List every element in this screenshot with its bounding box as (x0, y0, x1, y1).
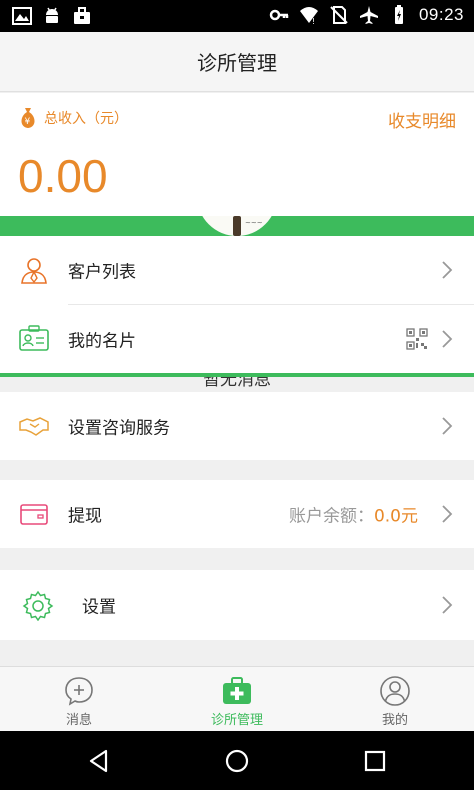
income-label: 总收入（元） (44, 111, 128, 127)
account-balance: 账户余额：0.0元 (289, 502, 418, 527)
customer-list-label: 客户列表 (68, 262, 136, 283)
medical-kit-icon (223, 677, 251, 704)
home-icon[interactable] (224, 748, 250, 774)
recents-icon[interactable] (362, 748, 388, 774)
tab-label-mine: 我的 (381, 713, 408, 728)
battery-icon (394, 5, 403, 24)
balance-value: 0.0元 (373, 506, 418, 527)
chat-icon (65, 677, 93, 706)
key-icon (269, 9, 289, 21)
tab-mine[interactable]: 我的 (316, 667, 474, 732)
qr-code-icon[interactable] (406, 328, 428, 350)
wallet-icon (20, 504, 48, 525)
chevron-right-icon (442, 261, 453, 279)
section-gap (0, 640, 474, 666)
handshake-icon (19, 417, 49, 436)
svg-text:!: ! (312, 17, 315, 25)
svg-text:¥: ¥ (25, 117, 31, 127)
user-icon (380, 676, 410, 706)
consult-service-row[interactable]: 设置咨询服务 (0, 392, 474, 460)
customer-list-row[interactable]: 客户列表 (0, 236, 474, 304)
tab-label-messages: 消息 (65, 713, 92, 728)
section-gap (0, 548, 474, 570)
bottom-tab-bar: 消息 诊所管理 我的 (0, 666, 474, 731)
my-card-label: 我的名片 (68, 331, 136, 352)
gear-icon (22, 590, 54, 621)
settings-row[interactable]: 设置 (0, 570, 474, 640)
my-card-row[interactable]: 我的名片 (0, 305, 474, 373)
id-card-icon (19, 325, 49, 351)
chevron-right-icon (442, 596, 453, 614)
back-icon[interactable] (86, 748, 112, 774)
tab-label-clinic: 诊所管理 (210, 713, 263, 728)
income-detail-link[interactable]: 收支明细 (388, 107, 456, 132)
income-amount: 0.00 (18, 150, 108, 202)
withdraw-row[interactable]: 提现 账户余额：0.0元 (0, 480, 474, 548)
consult-service-label: 设置咨询服务 (68, 418, 170, 439)
no-sim-icon (330, 6, 348, 24)
wifi-icon: ! (299, 7, 318, 25)
page-title: 诊所管理 (197, 51, 277, 75)
income-label-row: ¥ 总收入（元） (18, 107, 128, 129)
tab-clinic-management[interactable]: 诊所管理 (158, 667, 316, 732)
chevron-right-icon (442, 417, 453, 435)
settings-label: 设置 (82, 597, 116, 618)
avatar[interactable]: ~~~ (197, 216, 277, 236)
withdraw-label: 提现 (68, 506, 102, 527)
briefcase-icon (74, 7, 90, 24)
status-bar: ! 09:23 (0, 0, 474, 32)
system-nav-bar (0, 731, 474, 790)
chevron-right-icon (442, 505, 453, 523)
android-icon (46, 7, 58, 23)
chevron-right-icon (442, 330, 453, 348)
airplane-icon (359, 6, 378, 24)
money-bag-icon: ¥ (21, 108, 35, 128)
balance-label: 账户余额： (288, 506, 374, 527)
title-bar: 诊所管理 (0, 32, 474, 92)
clock: 09:23 (418, 5, 464, 24)
gallery-icon (12, 7, 32, 25)
person-icon (21, 258, 47, 284)
income-panel: ¥ 总收入（元） 收支明细 0.00 (0, 93, 474, 216)
section-gap (0, 460, 474, 480)
tab-messages[interactable]: 消息 (0, 667, 158, 732)
